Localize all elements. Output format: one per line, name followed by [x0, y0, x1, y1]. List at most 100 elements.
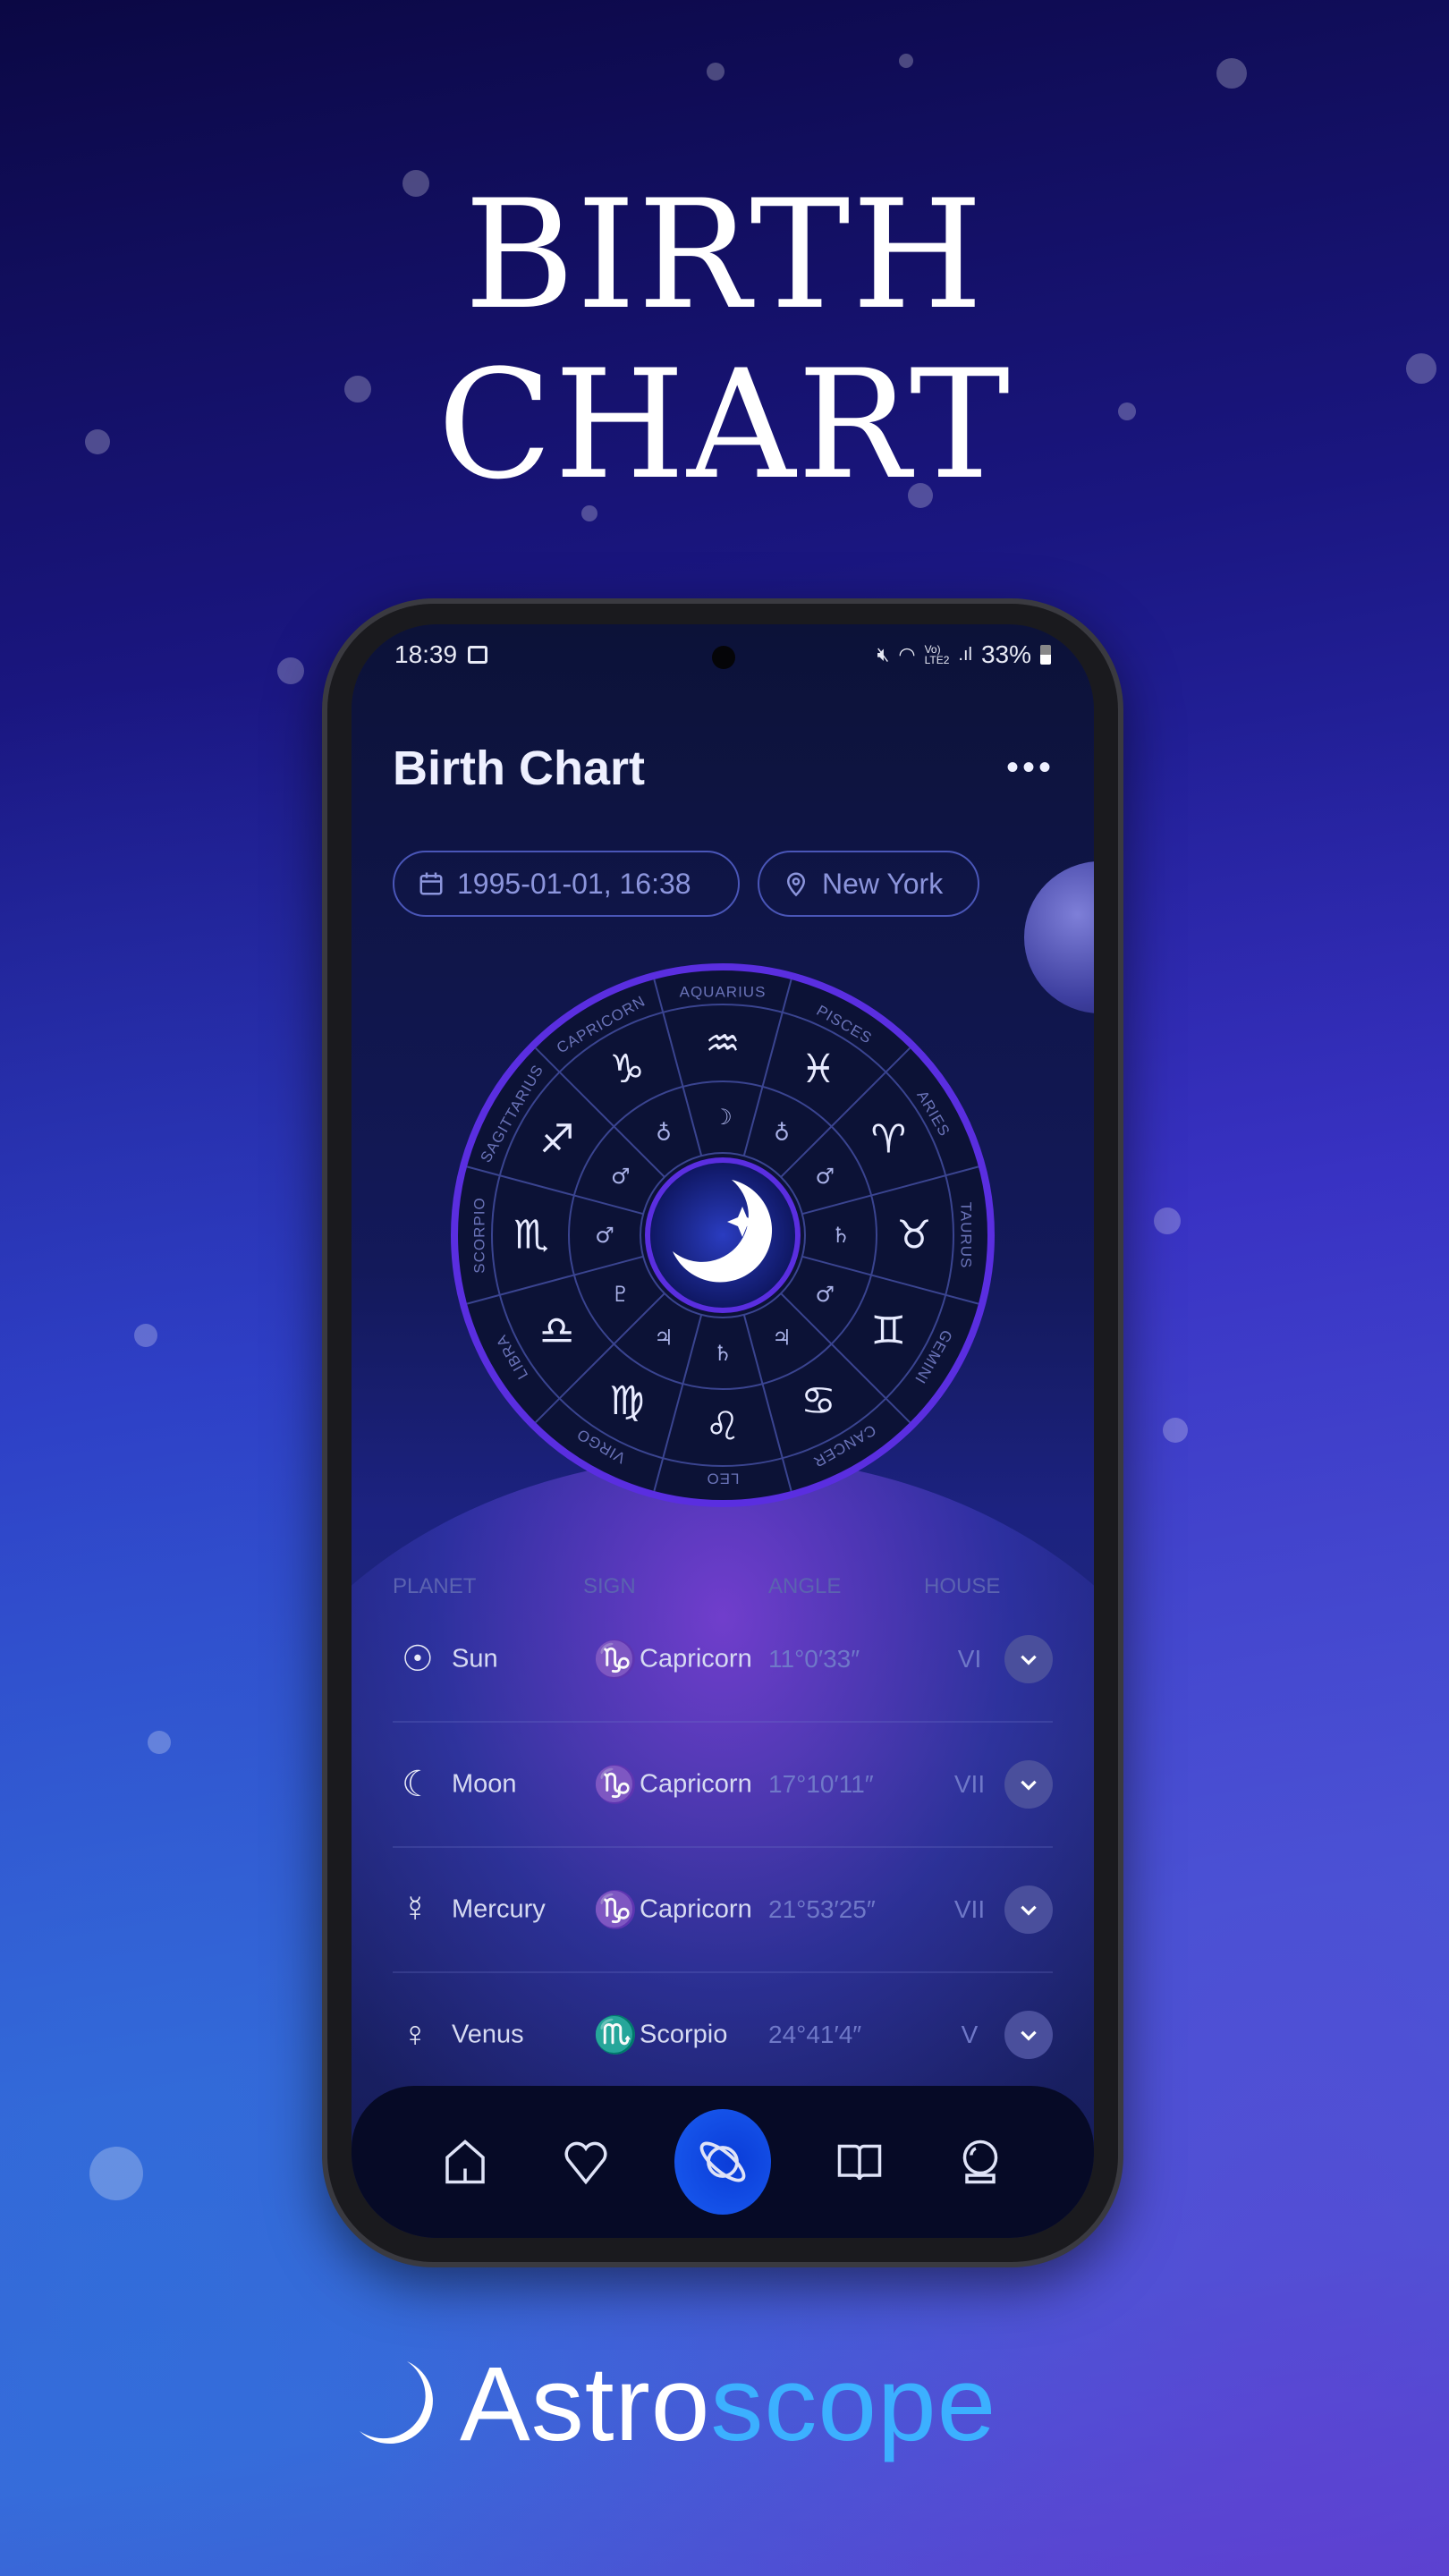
- star: [707, 63, 724, 80]
- battery-icon: [1040, 645, 1051, 665]
- planet-glyph-icon: ☽: [713, 1105, 733, 1130]
- sign-label: LEO: [706, 1470, 739, 1487]
- planet-glyph-icon: ♀: [402, 2014, 428, 2055]
- header-angle: ANGLE: [768, 1574, 842, 1598]
- angle-value: 24°41′4″: [768, 2021, 862, 2048]
- star: [89, 2147, 143, 2200]
- date-time-pill[interactable]: 1995-01-01, 16:38: [393, 851, 740, 917]
- chevron-down-icon[interactable]: [1004, 1635, 1053, 1683]
- sign-label: SCORPIO: [470, 1197, 487, 1273]
- sign-name: Capricorn: [640, 1644, 752, 1674]
- headline: BIRTH CHART: [0, 170, 1449, 510]
- bottom-nav: [352, 2086, 1094, 2238]
- planet-glyph-icon: ♁: [774, 1121, 790, 1146]
- planet-glyph-icon: ♇: [611, 1282, 631, 1307]
- volte-lte2-icon: Vo) LTE2: [924, 643, 950, 666]
- star: [1154, 1208, 1181, 1234]
- sign-glyph-icon[interactable]: ♈: [871, 1117, 906, 1163]
- star: [277, 657, 304, 684]
- headline-line-1: BIRTH: [464, 167, 985, 343]
- table-row[interactable]: ☿ Mercury ♑ Capricorn 21°53′25″ VII: [393, 1848, 1053, 1973]
- phone-screen: 18:39 🔇︎ ◠ Vo) LTE2 .ıl 33% Birth Chart •…: [352, 624, 1094, 2238]
- more-horizontal-icon[interactable]: •••: [1006, 748, 1055, 788]
- planet-glyph-icon: ♃: [772, 1325, 792, 1350]
- sign-glyph-icon: ♏: [593, 2015, 638, 2055]
- sign-glyph-icon[interactable]: ♎: [539, 1309, 574, 1354]
- angle-value: 17°10′11″: [768, 1770, 874, 1798]
- signal-icon: .ıl: [958, 644, 972, 665]
- headline-line-2: CHART: [437, 337, 1012, 513]
- planet-glyph-icon: ♁: [656, 1121, 672, 1146]
- sign-glyph-icon: ♑: [593, 1890, 638, 1930]
- house-value: VI: [957, 1645, 982, 1673]
- planet-glyph-icon: ♂: [816, 1164, 835, 1189]
- sign-label: AQUARIUS: [680, 983, 767, 1000]
- sign-glyph-icon[interactable]: ♏: [513, 1213, 548, 1258]
- heart-icon[interactable]: [555, 2131, 617, 2193]
- sign-name: Capricorn: [640, 1894, 752, 1924]
- location-pill[interactable]: New York: [758, 851, 979, 917]
- sign-glyph-icon[interactable]: ♌: [705, 1404, 740, 1450]
- battery-level: 33%: [980, 640, 1031, 668]
- sign-glyph-icon[interactable]: ♉: [896, 1213, 931, 1258]
- house-value: V: [961, 2021, 979, 2048]
- location-value: New York: [822, 867, 944, 900]
- planet-glyph-icon: ♃: [654, 1325, 674, 1350]
- sign-glyph-icon[interactable]: ♑: [609, 1046, 644, 1092]
- calendar-icon: [419, 872, 443, 895]
- sign-glyph-icon[interactable]: ♓: [801, 1046, 835, 1092]
- brand-name-part1: Astro: [460, 2345, 711, 2463]
- planet-name: Sun: [452, 1644, 498, 1674]
- wheel-center: [645, 1157, 801, 1313]
- chevron-down-icon[interactable]: [1004, 2011, 1053, 2059]
- table-row[interactable]: ☾ Moon ♑ Capricorn 17°10′11″ VII: [393, 1723, 1053, 1848]
- crystal-ball-icon[interactable]: [949, 2131, 1012, 2193]
- star: [148, 1731, 171, 1754]
- star: [899, 54, 913, 68]
- gallery-icon: [468, 646, 488, 664]
- sign-name: Capricorn: [640, 1769, 752, 1799]
- sign-name: Scorpio: [640, 2020, 728, 2049]
- brand-name-part2: scope: [710, 2345, 997, 2463]
- date-time-value: 1995-01-01, 16:38: [457, 867, 691, 900]
- sign-glyph-icon: ♑: [593, 1765, 638, 1805]
- planet-name: Moon: [452, 1769, 517, 1799]
- star: [1163, 1418, 1188, 1443]
- page-title: Birth Chart: [393, 741, 645, 795]
- sign-label: TAURUS: [958, 1202, 975, 1269]
- planet-glyph-icon: ♂: [595, 1223, 614, 1248]
- house-value: VII: [953, 1895, 986, 1923]
- sign-glyph-icon[interactable]: ♋: [801, 1378, 835, 1424]
- sign-glyph-icon[interactable]: ♍: [609, 1378, 644, 1424]
- planet-glyph-icon: ☉: [402, 1640, 434, 1679]
- planet-glyph-icon: ☾: [402, 1765, 434, 1804]
- planet-decoration: [1024, 861, 1094, 1013]
- book-icon[interactable]: [828, 2131, 891, 2193]
- planet-glyph-icon: ♄: [713, 1341, 733, 1366]
- header-planet: PLANET: [393, 1574, 477, 1598]
- crescent-moon-icon: [360, 2361, 433, 2445]
- planet-glyph-icon: ♂: [816, 1282, 835, 1307]
- chevron-down-icon[interactable]: [1004, 1760, 1053, 1809]
- chevron-down-icon[interactable]: [1004, 1885, 1053, 1934]
- brand-logo: Astroscope: [358, 2343, 996, 2465]
- planet-glyph-icon: ☿: [402, 1889, 428, 1929]
- planet-name: Mercury: [452, 1894, 546, 1924]
- sign-glyph-icon[interactable]: ♐: [539, 1117, 574, 1163]
- planet-glyph-icon: ♄: [831, 1223, 851, 1248]
- sign-glyph-icon[interactable]: ♊: [871, 1309, 906, 1354]
- planet-name: Venus: [452, 2020, 524, 2049]
- star: [1216, 58, 1247, 89]
- header-house: HOUSE: [924, 1574, 1001, 1598]
- table-row[interactable]: ☉ Sun ♑ Capricorn 11°0′33″ VI: [393, 1597, 1053, 1723]
- sign-glyph-icon[interactable]: ♒: [705, 1021, 740, 1067]
- planet-glyph-icon: ♂: [611, 1164, 631, 1189]
- angle-value: 21°53′25″: [768, 1895, 876, 1923]
- star: [134, 1324, 157, 1347]
- sign-glyph-icon: ♑: [593, 1640, 638, 1680]
- home-icon[interactable]: [434, 2131, 496, 2193]
- planet-icon[interactable]: [674, 2109, 771, 2215]
- table-row[interactable]: ♀ Venus ♏ Scorpio 24°41′4″ V: [393, 1973, 1053, 2098]
- zodiac-wheel[interactable]: AQUARIUS♒☽PISCES♓♁ ARIES♈♂TAURUS♉♄GEMINI♊…: [450, 960, 996, 1511]
- wifi-icon: ◠: [898, 643, 916, 665]
